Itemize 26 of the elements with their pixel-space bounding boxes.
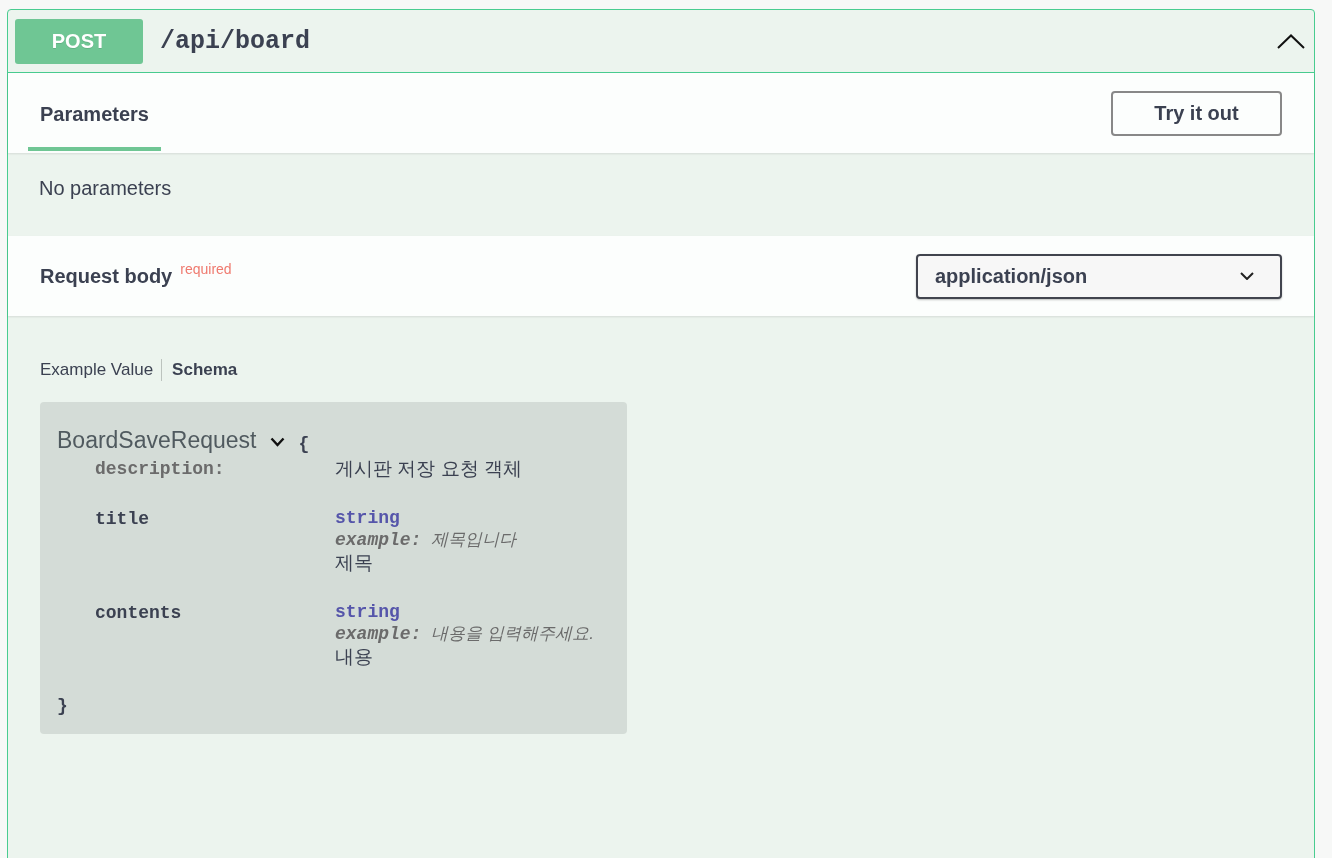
property-description: 내용	[335, 645, 373, 669]
property-type: string	[335, 507, 400, 529]
content-type-select[interactable]: application/json	[916, 253, 1282, 299]
endpoint-path: /api/board	[160, 26, 311, 56]
required-note: required	[180, 261, 232, 277]
parameters-tab[interactable]: Parameters	[28, 75, 161, 151]
model-description: 게시판 저장 요청 객체	[335, 457, 522, 481]
property-type: string	[335, 601, 400, 623]
request-body-label: Request body	[40, 264, 173, 288]
chevron-up-icon[interactable]	[1277, 33, 1305, 49]
property-example: example: 내용을 입력해주세요.	[335, 623, 594, 645]
property-example: example: 제목입니다	[335, 529, 517, 551]
property-key: description:	[95, 457, 225, 481]
method-badge: POST	[15, 18, 143, 64]
try-it-out-button[interactable]: Try it out	[1111, 90, 1282, 136]
property-key: title	[95, 507, 149, 531]
no-parameters-text: No parameters	[39, 177, 172, 199]
property-description: 제목	[335, 551, 373, 575]
model-tab[interactable]: Schema	[162, 359, 238, 381]
model-tab[interactable]: Example Value	[40, 359, 163, 381]
open-brace: {	[298, 433, 310, 455]
chevron-down-icon[interactable]	[270, 437, 286, 447]
chevron-down-icon	[1240, 272, 1254, 280]
model-name: BoardSaveRequest	[57, 426, 257, 454]
property-key: contents	[95, 601, 182, 625]
close-brace: }	[57, 696, 68, 716]
